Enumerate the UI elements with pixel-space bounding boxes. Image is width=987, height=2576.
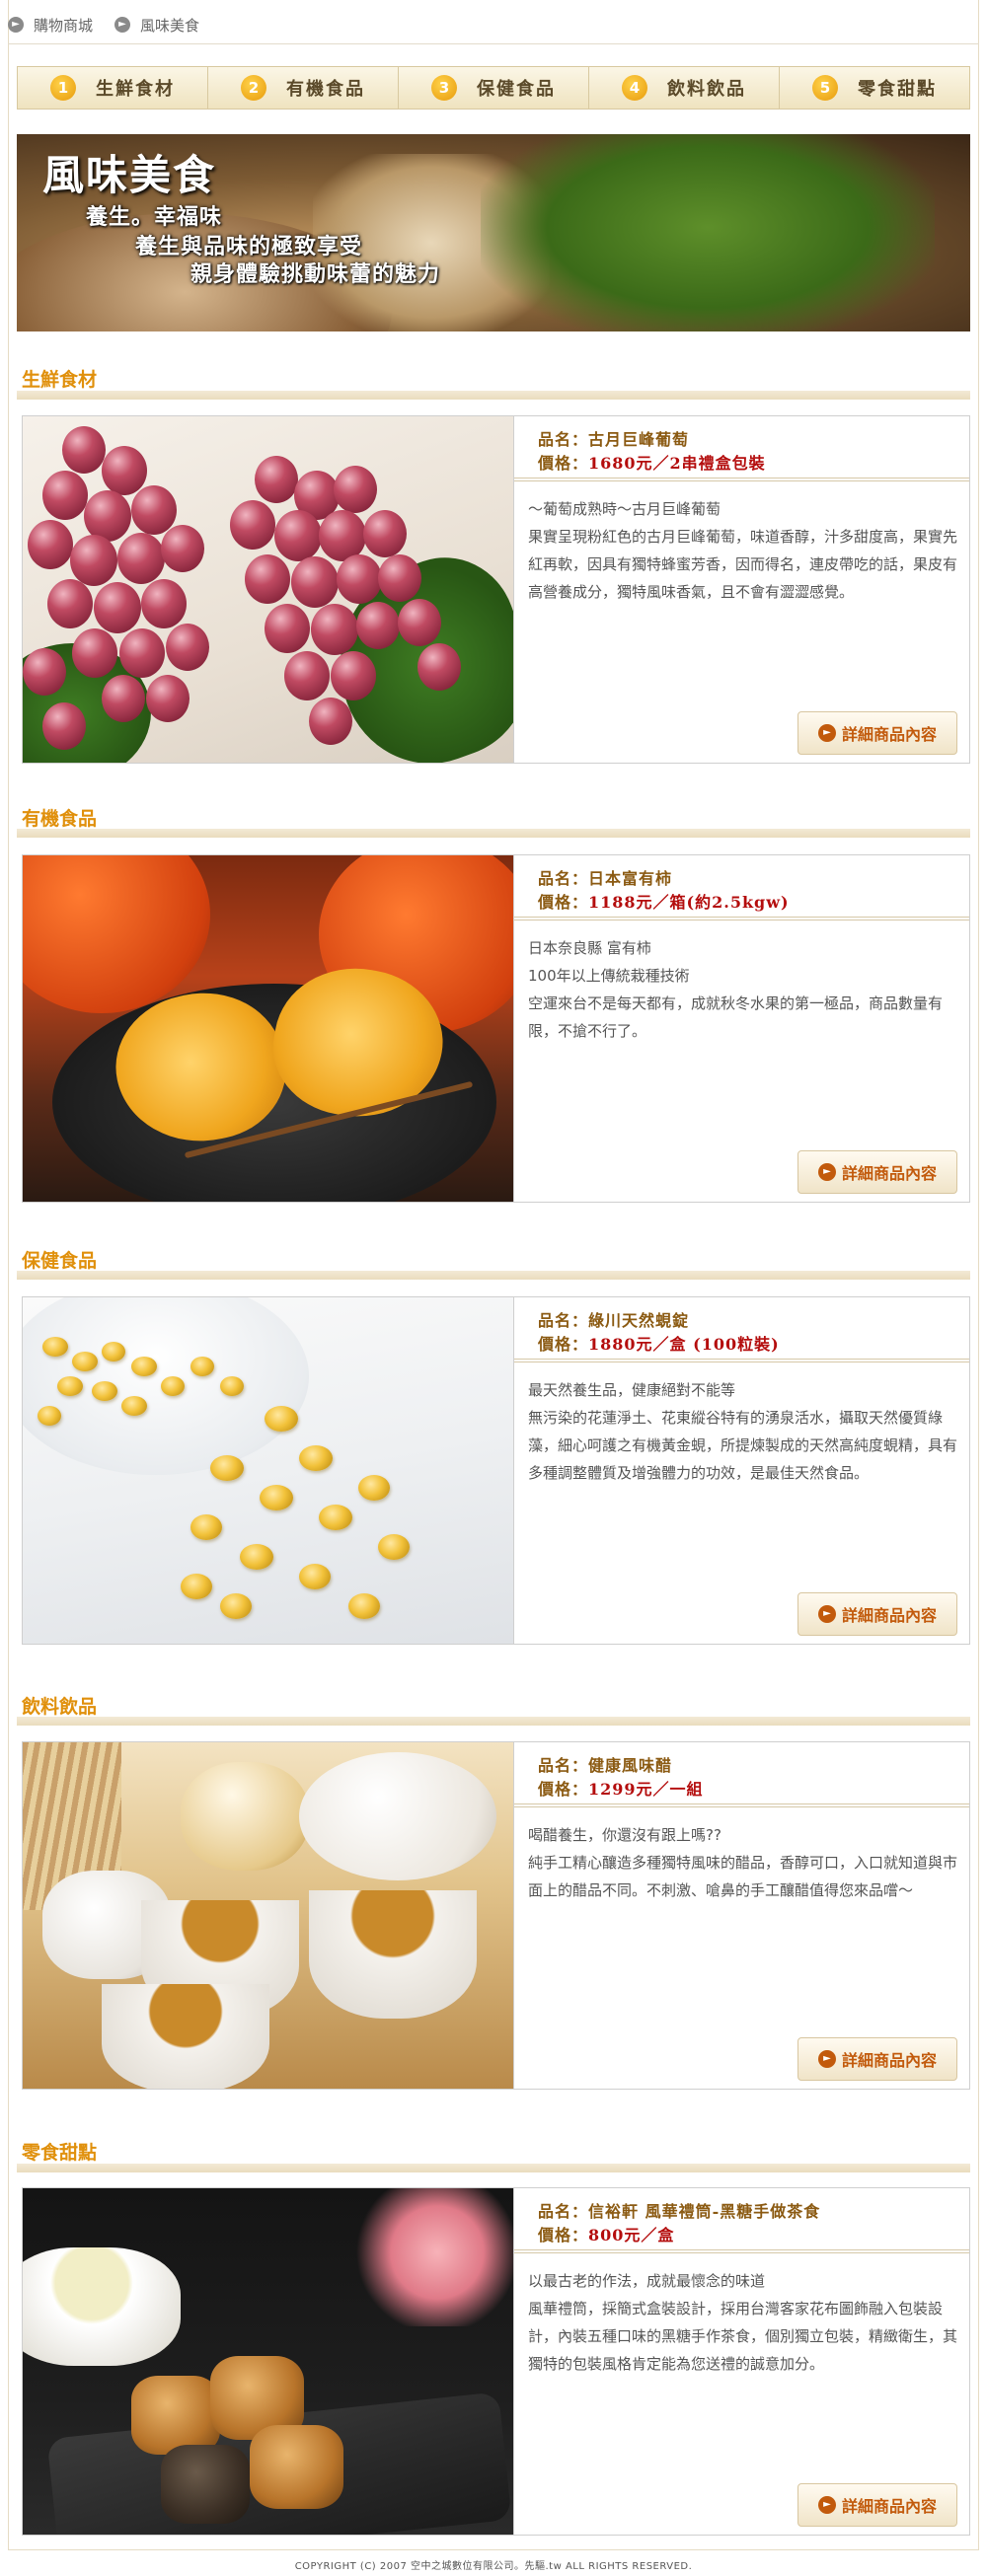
banner-line-3: 親身體驗挑動味蕾的魅力	[190, 262, 441, 287]
product-card: 品名：信裕軒 風華禮筒-黑糖手做茶食 價格：800元／盒 以最古老的作法，成就最…	[22, 2187, 970, 2536]
banner-title: 風味美食	[42, 151, 217, 199]
category-tabs: 1 生鮮食材 2 有機食品 3 保健食品 4 飲料飲品 5 零食甜點	[17, 66, 970, 110]
product-detail-button[interactable]: ► 詳細商品內容	[797, 1592, 957, 1636]
arrow-circle-icon: ►	[8, 17, 24, 33]
product-description: ～葡萄成熟時～古月巨峰葡萄 果實呈現粉紅色的古月巨峰葡萄，味道香醇，汁多甜度高，…	[528, 500, 958, 601]
product-info: 品名：日本富有柿 價格：1188元／箱(約2.5kgw) 日本奈良縣 富有柿 1…	[513, 855, 969, 1202]
product-name: 品名：信裕軒 風華禮筒-黑糖手做茶食	[538, 2202, 821, 2221]
product-header: 品名：信裕軒 風華禮筒-黑糖手做茶食 價格：800元／盒	[514, 2188, 969, 2253]
product-info: 品名：古月巨峰葡萄 價格：1680元／2串禮盒包裝 ～葡萄成熟時～古月巨峰葡萄 …	[513, 416, 969, 763]
section-divider	[17, 1271, 970, 1280]
product-header: 品名：綠川天然蜆錠 價格：1880元／盒 (100粒裝)	[514, 1297, 969, 1362]
product-photo-persimmon	[23, 855, 513, 1202]
product-detail-button[interactable]: ► 詳細商品內容	[797, 1150, 957, 1194]
product-detail-button[interactable]: ► 詳細商品內容	[797, 711, 957, 755]
product-info: 品名：綠川天然蜆錠 價格：1880元／盒 (100粒裝) 最天然養生品，健康絕對…	[513, 1297, 969, 1644]
play-arrow-icon: ►	[817, 1163, 836, 1181]
breadcrumb-divider	[8, 43, 979, 44]
product-name: 品名：健康風味醋	[538, 1756, 673, 1775]
section-title: 飲料飲品	[22, 1696, 98, 1718]
product-header: 品名：健康風味醋 價格：1299元／一組	[514, 1742, 969, 1807]
tab-organic-food[interactable]: 2 有機食品	[208, 67, 399, 109]
product-name: 品名：日本富有柿	[538, 869, 673, 888]
tab-snacks[interactable]: 5 零食甜點	[780, 67, 969, 109]
product-name: 品名：古月巨峰葡萄	[538, 430, 690, 449]
product-card: 品名：綠川天然蜆錠 價格：1880元／盒 (100粒裝) 最天然養生品，健康絕對…	[22, 1296, 970, 1645]
product-detail-button[interactable]: ► 詳細商品內容	[797, 2483, 957, 2527]
product-card: 品名：日本富有柿 價格：1188元／箱(約2.5kgw) 日本奈良縣 富有柿 1…	[22, 854, 970, 1203]
play-arrow-icon: ►	[817, 1605, 836, 1623]
section-divider	[17, 829, 970, 838]
product-description: 喝醋養生，你還沒有跟上嗎?? 純手工精心釀造多種獨特風味的醋品，香醇可口，入口就…	[528, 1826, 958, 1899]
arrow-circle-icon: ►	[114, 17, 131, 33]
product-photo-tea	[23, 1742, 513, 2089]
product-header: 品名：日本富有柿 價格：1188元／箱(約2.5kgw)	[514, 855, 969, 920]
section-title: 保健食品	[22, 1250, 98, 1272]
section-divider	[17, 1717, 970, 1726]
tab-label: 生鮮食材	[96, 79, 175, 100]
section-title: 零食甜點	[22, 2142, 98, 2164]
number-badge-icon: 4	[622, 75, 647, 101]
breadcrumb-item-current[interactable]: ► 風味美食	[114, 15, 199, 36]
breadcrumb: ► 購物商城 ► 風味美食	[8, 8, 221, 41]
breadcrumb-item-shop[interactable]: ► 購物商城	[8, 15, 93, 36]
section-divider	[17, 391, 970, 400]
tab-fresh-food[interactable]: 1 生鮮食材	[18, 67, 208, 109]
button-label: 詳細商品內容	[841, 725, 937, 744]
banner-line-1: 養生。幸福味	[86, 205, 223, 230]
button-label: 詳細商品內容	[841, 2497, 937, 2516]
number-badge-icon: 5	[812, 75, 838, 101]
product-price: 價格：1880元／盒 (100粒裝)	[538, 1335, 780, 1354]
product-description: 日本奈良縣 富有柿 100年以上傳統栽種技術 空運來台不是每天都有，成就秋冬水果…	[528, 939, 944, 1040]
tab-label: 有機食品	[286, 79, 365, 100]
product-photo-capsules	[23, 1297, 513, 1644]
product-photo-snacks	[23, 2188, 513, 2535]
tab-label: 保健食品	[477, 79, 556, 100]
product-detail-button[interactable]: ► 詳細商品內容	[797, 2037, 957, 2081]
product-price: 價格：1299元／一組	[538, 1780, 704, 1799]
product-price: 價格：1680元／2串禮盒包裝	[538, 454, 766, 473]
tab-health-food[interactable]: 3 保健食品	[399, 67, 589, 109]
number-badge-icon: 3	[431, 75, 457, 101]
footer-copyright: COPYRIGHT (C) 2007 空中之城數位有限公司。先驅.tw ALL …	[294, 2561, 693, 2572]
section-divider	[17, 2164, 970, 2172]
product-card: 品名：古月巨峰葡萄 價格：1680元／2串禮盒包裝 ～葡萄成熟時～古月巨峰葡萄 …	[22, 415, 970, 764]
section-title: 生鮮食材	[22, 369, 98, 391]
tab-beverages[interactable]: 4 飲料飲品	[589, 67, 780, 109]
breadcrumb-label: 購物商城	[34, 16, 94, 35]
product-header: 品名：古月巨峰葡萄 價格：1680元／2串禮盒包裝	[514, 416, 969, 481]
banner-greens-image	[481, 134, 935, 331]
play-arrow-icon: ►	[817, 724, 836, 742]
product-description: 最天然養生品，健康絕對不能等 無污染的花蓮淨土、花東縱谷特有的湧泉活水，攝取天然…	[528, 1381, 958, 1482]
button-label: 詳細商品內容	[841, 1164, 937, 1183]
product-price: 價格：800元／盒	[538, 2226, 675, 2245]
number-badge-icon: 2	[241, 75, 266, 101]
product-photo-grapes	[23, 416, 513, 763]
product-name: 品名：綠川天然蜆錠	[538, 1311, 690, 1330]
breadcrumb-label: 風味美食	[140, 16, 200, 35]
section-title: 有機食品	[22, 808, 98, 830]
product-description: 以最古老的作法，成就最懷念的味道 風華禮筒，採簡式盒裝設計，採用台灣客家花布圖飾…	[528, 2272, 958, 2373]
product-price: 價格：1188元／箱(約2.5kgw)	[538, 893, 790, 912]
play-arrow-icon: ►	[817, 2496, 836, 2514]
number-badge-icon: 1	[50, 75, 76, 101]
tab-label: 飲料飲品	[667, 79, 746, 100]
product-card: 品名：健康風味醋 價格：1299元／一組 喝醋養生，你還沒有跟上嗎?? 純手工精…	[22, 1741, 970, 2090]
tab-label: 零食甜點	[858, 79, 937, 100]
button-label: 詳細商品內容	[841, 2051, 937, 2070]
product-info: 品名：健康風味醋 價格：1299元／一組 喝醋養生，你還沒有跟上嗎?? 純手工精…	[513, 1742, 969, 2089]
play-arrow-icon: ►	[817, 2050, 836, 2068]
hero-banner: 風味美食 養生。幸福味 養生與品味的極致享受 親身體驗挑動味蕾的魅力	[17, 134, 970, 331]
product-info: 品名：信裕軒 風華禮筒-黑糖手做茶食 價格：800元／盒 以最古老的作法，成就最…	[513, 2188, 969, 2535]
button-label: 詳細商品內容	[841, 1606, 937, 1625]
